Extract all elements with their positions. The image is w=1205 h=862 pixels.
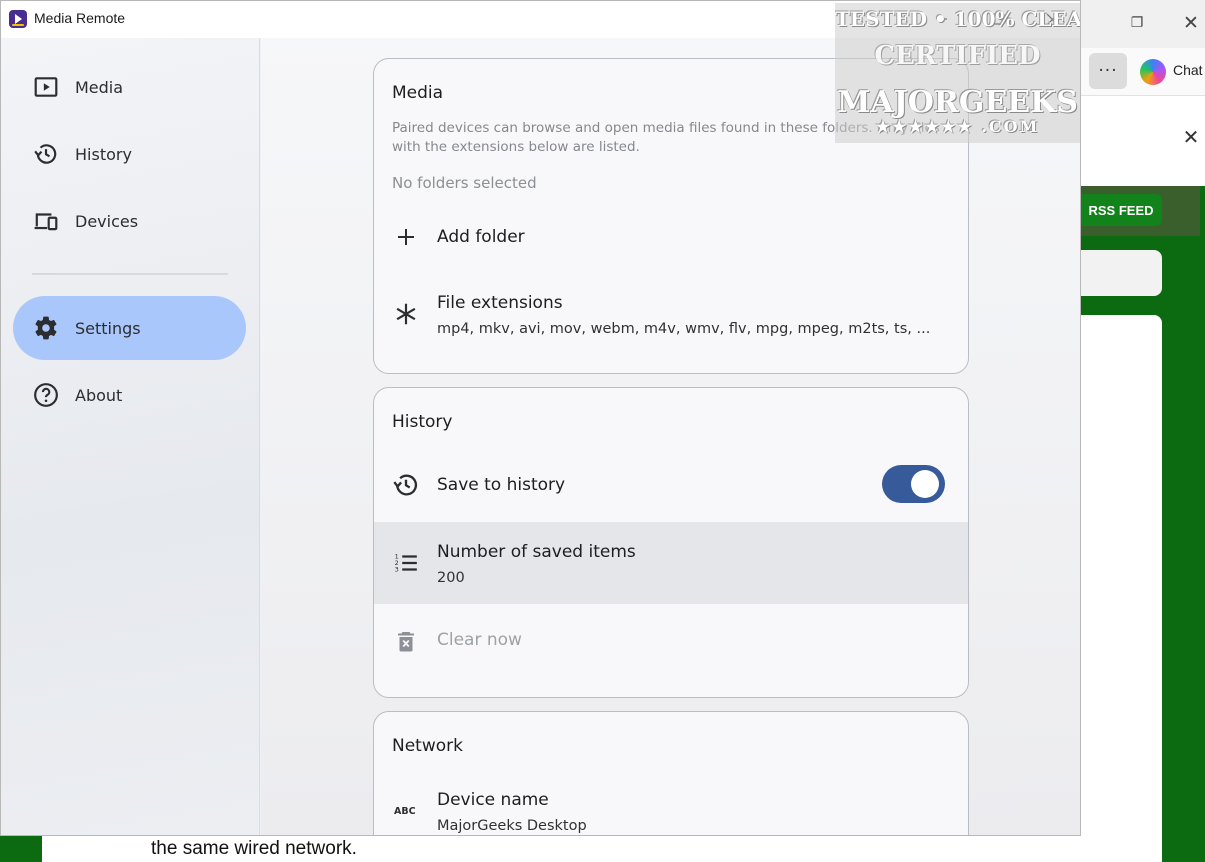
chat-button[interactable]: Chat — [1173, 62, 1203, 78]
asterisk-icon — [396, 303, 416, 325]
sidebar-item-devices[interactable]: Devices — [13, 189, 246, 253]
sidebar-item-media[interactable]: Media — [13, 55, 246, 119]
gear-icon — [35, 316, 57, 340]
save-to-history-item[interactable]: Save to history — [374, 450, 968, 520]
svg-text:3: 3 — [395, 566, 399, 574]
sidebar-item-about[interactable]: About — [13, 363, 246, 427]
history-settings-card: History Save to history 1 2 3 Number of … — [373, 387, 969, 698]
play-box-icon — [34, 77, 58, 97]
help-circle-icon — [34, 383, 58, 407]
app-title: Media Remote — [34, 10, 126, 26]
file-extensions-item[interactable]: File extensions mp4, mkv, avi, mov, webm… — [374, 281, 968, 351]
media-remote-window: Media Remote Media History Devices Setti… — [0, 0, 1081, 836]
copilot-icon[interactable] — [1140, 59, 1166, 85]
settings-content: Media Paired devices can browse and open… — [261, 38, 1080, 835]
panel-close-icon[interactable]: ✕ — [1180, 125, 1202, 149]
majorgeeks-watermark: TESTED • 100% CLEAN CERTIFIED MAJORGEEKS… — [835, 3, 1080, 143]
abc-text-icon: ABC — [394, 806, 416, 817]
clear-now-label: Clear now — [437, 630, 522, 650]
numbered-list-icon: 1 2 3 — [395, 553, 417, 574]
browser-close-icon[interactable]: ✕ — [1180, 12, 1202, 34]
webpage-content-area — [1080, 315, 1162, 862]
clear-now-button[interactable]: Clear now — [374, 606, 968, 680]
app-logo-icon — [9, 10, 27, 28]
watermark-line: ★★★★★★ .COM — [875, 117, 1040, 136]
history-icon — [34, 144, 57, 164]
watermark-line: TESTED • 100% CLEAN — [835, 7, 1080, 31]
webpage-search-box[interactable] — [1080, 250, 1162, 296]
rss-feed-button[interactable]: RSS FEED — [1080, 194, 1162, 226]
sidebar: Media History Devices Settings About — [1, 38, 260, 835]
number-of-saved-items-item[interactable]: 1 2 3 Number of saved items 200 — [374, 522, 968, 604]
plus-icon — [398, 229, 414, 245]
devices-icon — [34, 213, 58, 231]
more-horizontal-icon[interactable]: ··· — [1089, 53, 1127, 89]
sidebar-item-label: History — [75, 144, 132, 164]
device-name-value: MajorGeeks Desktop — [437, 818, 587, 834]
file-extensions-value: mp4, mkv, avi, mov, webm, m4v, wmv, flv,… — [437, 321, 931, 337]
svg-text:ABC: ABC — [394, 806, 416, 817]
toggle-knob — [911, 470, 939, 498]
sidebar-item-history[interactable]: History — [13, 122, 246, 186]
no-folders-text: No folders selected — [392, 174, 537, 192]
sidebar-item-label: Settings — [75, 318, 141, 338]
number-of-saved-items-label: Number of saved items — [437, 542, 636, 562]
file-extensions-label: File extensions — [437, 293, 563, 313]
sidebar-item-label: Media — [75, 77, 124, 97]
card-title: Network — [392, 736, 463, 756]
webpage-bottom-green — [0, 835, 42, 862]
save-to-history-toggle[interactable] — [882, 465, 945, 503]
sidebar-divider — [32, 273, 228, 275]
add-folder-label: Add folder — [437, 227, 525, 247]
webpage-text: the same wired network. — [151, 838, 357, 859]
card-title: Media — [392, 83, 444, 103]
network-settings-card: Network ABC Device name MajorGeeks Deskt… — [373, 711, 969, 835]
add-folder-button[interactable]: Add folder — [374, 209, 968, 269]
number-of-saved-items-value: 200 — [437, 570, 465, 586]
trash-icon — [398, 632, 414, 652]
device-name-label: Device name — [437, 790, 549, 810]
sidebar-item-settings[interactable]: Settings — [13, 296, 246, 360]
watermark-line: CERTIFIED — [874, 41, 1041, 71]
restore-icon[interactable]: ❐ — [1128, 14, 1146, 32]
card-title: History — [392, 412, 453, 432]
history-icon — [393, 474, 418, 496]
watermark-line: MAJORGEEKS — [837, 85, 1078, 120]
sidebar-item-label: About — [75, 385, 123, 405]
sidebar-item-label: Devices — [75, 211, 139, 231]
save-to-history-label: Save to history — [437, 475, 566, 495]
device-name-item[interactable]: ABC Device name MajorGeeks Desktop — [374, 776, 968, 835]
